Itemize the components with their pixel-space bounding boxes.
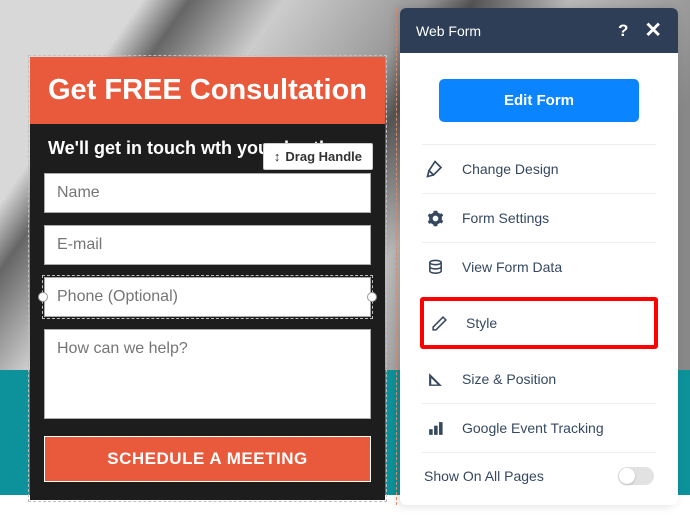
panel-header: Web Form ? ✕	[400, 8, 678, 53]
menu-label: Style	[466, 315, 497, 331]
help-icon[interactable]: ?	[618, 21, 628, 41]
menu-style[interactable]: Style	[420, 297, 658, 349]
panel-body: Edit Form Change Design Form Settings Vi…	[400, 53, 678, 505]
database-icon	[424, 257, 446, 277]
settings-panel: Web Form ? ✕ Edit Form Change Design For…	[400, 8, 678, 505]
ruler-icon	[424, 369, 446, 389]
analytics-icon	[424, 418, 446, 438]
menu-label: Size & Position	[462, 371, 556, 387]
menu-size-position[interactable]: Size & Position	[422, 355, 656, 403]
email-field-wrap	[44, 225, 371, 265]
schedule-meeting-button[interactable]: SCHEDULE A MEETING	[44, 436, 371, 482]
web-form-widget[interactable]: Get FREE Consultation We'll get in touch…	[30, 57, 385, 500]
menu-label: View Form Data	[462, 259, 562, 275]
show-on-all-pages-toggle[interactable]	[618, 467, 654, 485]
resize-handle-right[interactable]	[367, 292, 377, 302]
menu-view-form-data[interactable]: View Form Data	[422, 242, 656, 291]
message-field-wrap	[44, 329, 371, 424]
toggle-label: Show On All Pages	[424, 468, 618, 484]
gear-icon	[424, 208, 446, 228]
toggle-knob	[619, 468, 635, 484]
phone-input[interactable]	[44, 277, 371, 317]
email-input[interactable]	[44, 225, 371, 265]
show-on-all-pages-row: Show On All Pages	[422, 452, 656, 487]
message-textarea[interactable]	[44, 329, 371, 419]
drag-vertical-icon: ↕	[274, 149, 281, 164]
menu-label: Form Settings	[462, 210, 549, 226]
phone-field-wrap	[44, 277, 371, 317]
pencil-icon	[428, 313, 450, 333]
panel-title: Web Form	[416, 23, 618, 39]
menu-form-settings[interactable]: Form Settings	[422, 193, 656, 242]
menu-change-design[interactable]: Change Design	[422, 144, 656, 193]
close-icon[interactable]: ✕	[644, 20, 662, 41]
form-title: Get FREE Consultation	[30, 57, 385, 124]
menu-google-tracking[interactable]: Google Event Tracking	[422, 403, 656, 452]
menu-label: Change Design	[462, 161, 559, 177]
name-field-wrap: ↕Drag Handle	[44, 173, 371, 213]
form-body: We'll get in touch wth you shortly. ↕Dra…	[30, 124, 385, 500]
edit-form-button[interactable]: Edit Form	[439, 79, 639, 122]
menu-label: Google Event Tracking	[462, 420, 604, 436]
drag-handle[interactable]: ↕ Drag Handle	[263, 143, 373, 170]
drag-handle-label: Drag Handle	[285, 149, 362, 164]
design-icon	[424, 159, 446, 179]
resize-handle-left[interactable]	[38, 292, 48, 302]
name-input[interactable]	[44, 173, 371, 213]
